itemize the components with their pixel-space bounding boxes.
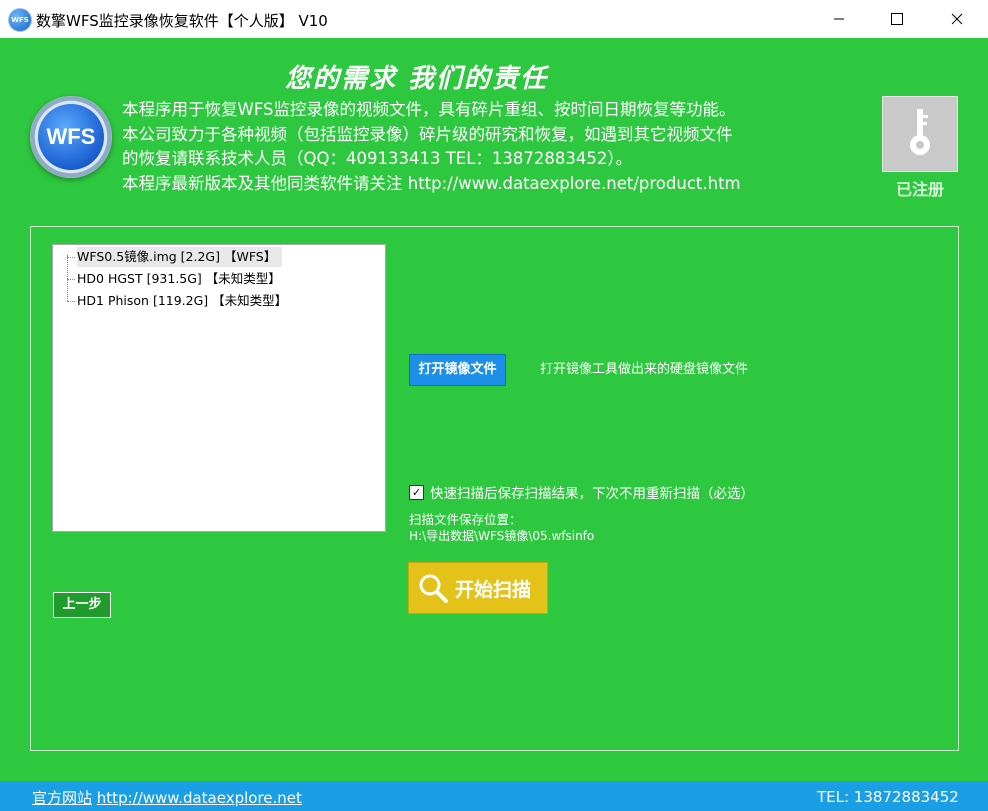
back-button[interactable]: 上一步 (53, 592, 111, 618)
official-site-link[interactable]: http://www.dataexplore.net (97, 789, 302, 807)
tree-connector (67, 257, 75, 258)
registered-label: 已注册 (895, 180, 944, 199)
device-tree[interactable]: WFS0.5镜像.img [2.2G] 【WFS】 HD0 HGST [931.… (52, 244, 386, 532)
wfs-logo-icon: WFS (30, 96, 112, 178)
search-icon (419, 574, 448, 603)
title-bar: WFS 数擎WFS监控录像恢复软件【个人版】 V10 (0, 0, 988, 38)
footer-tel: TEL: 13872883452 (817, 788, 959, 806)
info-line: 的恢复请联系技术人员（QQ：409133413 TEL：13872883452）… (122, 149, 633, 168)
app-logo-icon: WFS (8, 8, 32, 32)
info-line: 本程序用于恢复WFS监控录像的视频文件，具有碎片重组、按时间日期恢复等功能。 (122, 100, 736, 119)
info-text: 本程序用于恢复WFS监控录像的视频文件，具有碎片重组、按时间日期恢复等功能。 本… (122, 98, 741, 196)
tree-connector (67, 279, 75, 280)
official-site-label: 官方网站 (32, 789, 93, 807)
info-line: 本公司致力于各种视频（包括监控录像）碎片级的研究和恢复，如遇到其它视频文件 (122, 124, 733, 144)
close-icon (951, 13, 963, 25)
quick-scan-label: 快速扫描后保存扫描结果，下次不用重新扫描（必选） (430, 486, 754, 502)
minimize-button[interactable] (816, 0, 862, 38)
close-button[interactable] (934, 0, 980, 38)
save-location-caption: 扫描文件保存位置： (409, 512, 522, 527)
quick-scan-checkbox[interactable]: ✓ (409, 484, 424, 500)
footer-bar: 官方网站 http://www.dataexplore.net TEL: 138… (0, 781, 988, 811)
tree-item-wfs-image[interactable]: WFS0.5镜像.img [2.2G] 【WFS】 (77, 247, 283, 267)
tree-connector (67, 255, 68, 301)
window-title: 数擎WFS监控录像恢复软件【个人版】 V10 (36, 12, 328, 30)
tree-item-hd1[interactable]: HD1 Phison [119.2G] 【未知类型】 (77, 291, 287, 311)
wfs-logo-text: WFS (38, 104, 104, 170)
start-scan-label: 开始扫描 (455, 578, 532, 601)
tree-item-hd0[interactable]: HD0 HGST [931.5G] 【未知类型】 (77, 269, 281, 289)
tree-connector (67, 301, 75, 302)
quick-scan-option: ✓ 快速扫描后保存扫描结果，下次不用重新扫描（必选） (409, 482, 754, 502)
open-image-button[interactable]: 打开镜像文件 (409, 354, 506, 386)
save-location-path: H:\导出数据\WFS镜像\05.wfsinfo (409, 529, 595, 543)
minimize-icon (834, 18, 844, 20)
info-line: 本程序最新版本及其他同类软件请关注 http://www.dataexplore… (122, 173, 741, 193)
start-scan-button[interactable]: 开始扫描 (408, 562, 548, 614)
maximize-icon (891, 13, 903, 25)
maximize-button[interactable] (874, 0, 920, 38)
registered-key-icon (882, 96, 958, 172)
open-image-description: 打开镜像工具做出来的硬盘镜像文件 (540, 362, 749, 377)
motto-banner: 您的需求 我们的责任 (285, 64, 549, 94)
official-site: 官方网站 http://www.dataexplore.net (32, 787, 302, 808)
